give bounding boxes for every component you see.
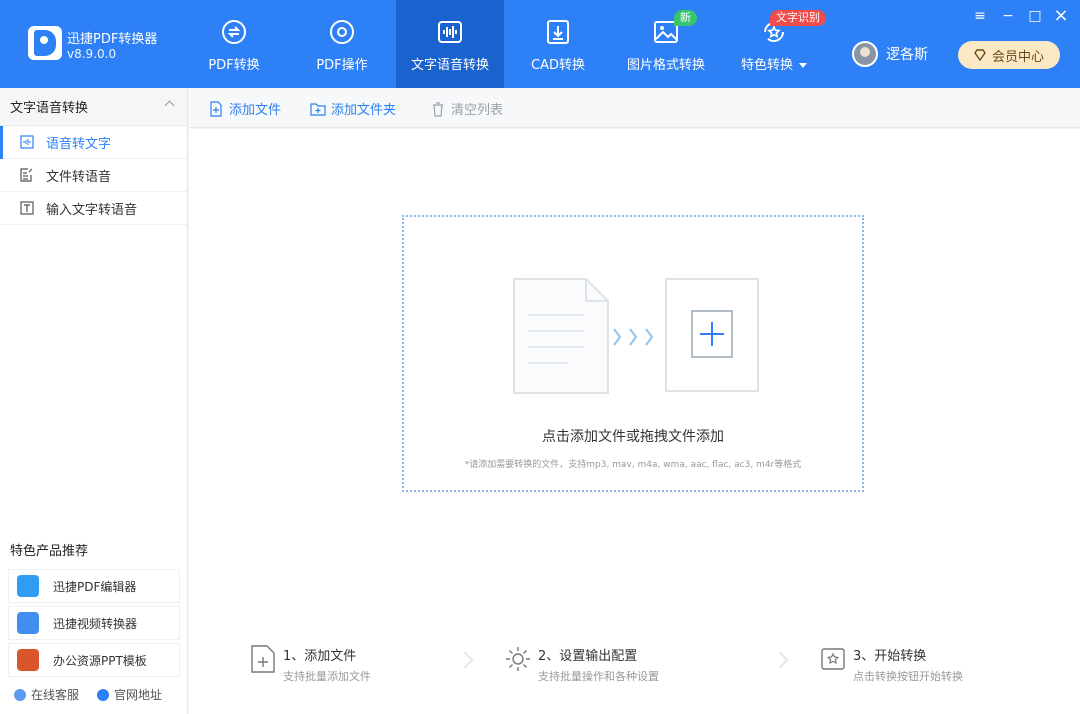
trash-icon — [433, 101, 443, 117]
sidebar-section-header[interactable]: 文字语音转换 — [0, 88, 187, 126]
customer-service-icon — [14, 688, 26, 701]
avatar — [852, 41, 878, 67]
file-to-add-illustration-icon — [513, 278, 759, 394]
step-start-convert: 3、开始转换 点击转换按钮开始转换 — [819, 644, 963, 684]
sidebar-item-label: 输入文字转语音 — [46, 202, 138, 218]
online-service-link[interactable]: 在线客服 — [31, 686, 79, 703]
user-profile[interactable]: 逻各斯 — [852, 41, 928, 67]
nav-text-voice[interactable]: 文字语音转换 — [396, 0, 504, 88]
app-logo-icon — [28, 26, 62, 60]
clear-list-label: 清空列表 — [451, 103, 504, 118]
vip-label: 会员中心 — [991, 49, 1044, 65]
step-subtitle: 支持批量添加文件 — [283, 670, 371, 683]
ie-icon — [97, 688, 110, 701]
step-subtitle: 点击转换按钮开始转换 — [853, 670, 963, 683]
audio-file-icon — [20, 135, 34, 149]
nav-image-format[interactable]: 新 图片格式转换 — [612, 0, 720, 88]
audio-wave-icon — [438, 21, 462, 43]
sidebar-section-title: 文字语音转换 — [10, 101, 89, 116]
nav-label: 文字语音转换 — [410, 58, 489, 73]
website-link[interactable]: 官网地址 — [114, 686, 162, 703]
pdf-convert-icon — [222, 20, 246, 44]
add-folder-button[interactable]: 添加文件夹 — [310, 99, 396, 118]
clear-list-button[interactable]: 清空列表 — [430, 99, 503, 118]
sidebar-item-label: 文件转语音 — [46, 169, 112, 185]
drop-zone-title: 点击添加文件或拖拽文件添加 — [542, 429, 724, 445]
diamond-icon — [974, 49, 986, 61]
chevron-right-icon — [456, 651, 474, 669]
vip-center-button[interactable]: 会员中心 — [958, 41, 1060, 69]
step-output-settings: 2、设置输出配置 支持批量操作和各种设置 — [504, 644, 659, 684]
new-badge: 新 — [674, 10, 697, 26]
nav-special-convert[interactable]: 文字识别 特色转换 — [720, 0, 828, 88]
nav-pdf-convert[interactable]: PDF转换 — [180, 0, 288, 88]
sidebar-footer: 在线客服 官网地址 — [14, 686, 162, 703]
step-subtitle: 支持批量操作和各种设置 — [538, 670, 659, 683]
nav-label: PDF转换 — [208, 58, 260, 73]
add-file-label: 添加文件 — [229, 103, 282, 118]
nav-label: 图片格式转换 — [626, 58, 705, 73]
app-name: 迅捷PDF转换器 — [67, 32, 158, 47]
start-convert-icon — [821, 648, 845, 670]
recommend-label: 迅捷PDF编辑器 — [53, 579, 137, 594]
step-add-file: 1、添加文件 支持批量添加文件 — [249, 644, 371, 684]
cad-icon — [547, 20, 569, 44]
sidebar: 文字语音转换 语音转文字 文件转语音 输入文字转语音 特色产品推荐 迅捷PDF编… — [0, 88, 188, 714]
video-converter-app-icon — [17, 612, 39, 634]
chevron-right-icon — [771, 651, 789, 669]
chevron-down-icon — [799, 63, 807, 68]
main-nav: PDF转换 PDF操作 文字语音转换 CAD转换 新 图片格式转换 文字识别 特… — [180, 0, 828, 88]
drop-zone-hint: *请添加需要转换的文件，支持mp3, mav, m4a, wma, aac, f… — [464, 460, 802, 470]
sidebar-item-text-to-voice[interactable]: 输入文字转语音 — [0, 192, 187, 225]
nav-pdf-operate[interactable]: PDF操作 — [288, 0, 396, 88]
pdf-operate-icon — [330, 20, 354, 44]
recommend-label: 办公资源PPT模板 — [53, 653, 147, 668]
nav-cad[interactable]: CAD转换 — [504, 0, 612, 88]
recommend-pdf-editor[interactable]: 迅捷PDF编辑器 — [8, 569, 180, 603]
step-title: 1、添加文件 — [283, 649, 357, 664]
recommend-label: 迅捷视频转换器 — [53, 616, 138, 631]
add-folder-icon — [310, 102, 326, 116]
file-drop-zone[interactable]: 点击添加文件或拖拽文件添加 *请添加需要转换的文件，支持mp3, mav, m4… — [402, 215, 864, 492]
chevron-up-icon — [164, 100, 175, 111]
title-bar: 迅捷PDF转换器 v8.9.0.0 PDF转换 PDF操作 文字语音转换 CAD… — [0, 0, 1080, 88]
recommend-title: 特色产品推荐 — [10, 544, 89, 559]
nav-label: 特色转换 — [741, 54, 807, 73]
add-file-icon — [251, 645, 275, 673]
ocr-badge: 文字识别 — [770, 10, 826, 26]
steps-bar: 1、添加文件 支持批量添加文件 2、设置输出配置 支持批量操作和各种设置 3、开… — [189, 630, 1080, 690]
minimize-icon[interactable]: − — [1000, 8, 1016, 24]
step-title: 2、设置输出配置 — [538, 649, 638, 664]
nav-label: CAD转换 — [531, 58, 585, 73]
recommend-ppt-template[interactable]: 办公资源PPT模板 — [8, 643, 180, 677]
username: 逻各斯 — [886, 47, 928, 63]
nav-label: PDF操作 — [316, 58, 368, 73]
toolbar: 添加文件 添加文件夹 清空列表 — [189, 88, 1080, 128]
sidebar-item-voice-to-text[interactable]: 语音转文字 — [0, 126, 187, 159]
app-version: v8.9.0.0 — [67, 47, 117, 61]
sidebar-item-file-to-voice[interactable]: 文件转语音 — [0, 159, 187, 192]
add-file-button[interactable]: 添加文件 — [208, 99, 281, 118]
doc-edit-icon — [20, 168, 33, 182]
ppt-template-app-icon — [17, 649, 39, 671]
sidebar-item-label: 语音转文字 — [46, 136, 112, 152]
add-folder-label: 添加文件夹 — [331, 103, 397, 118]
add-file-icon — [210, 100, 222, 117]
recommend-video-converter[interactable]: 迅捷视频转换器 — [8, 606, 180, 640]
menu-icon[interactable]: ≡ — [972, 8, 988, 24]
maximize-icon[interactable]: □ — [1027, 8, 1043, 24]
pdf-editor-app-icon — [17, 575, 39, 597]
close-icon[interactable]: × — [1053, 7, 1069, 25]
settings-gear-icon — [506, 647, 530, 671]
step-title: 3、开始转换 — [853, 649, 927, 664]
text-box-icon — [20, 201, 34, 215]
